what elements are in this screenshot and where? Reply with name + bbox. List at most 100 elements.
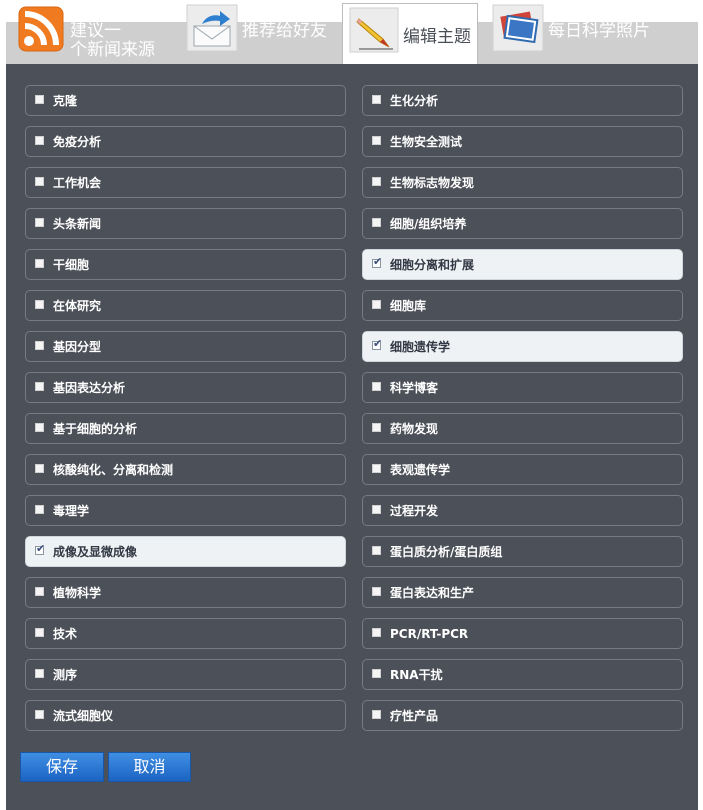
topic-item[interactable]: 蛋白质分析/蛋白质组 [362, 536, 683, 567]
checkmark-icon: ✔ [36, 542, 46, 555]
tab-suggest-source[interactable]: 建议一 个新闻来源 [18, 4, 178, 64]
topic-checkbox[interactable] [372, 628, 381, 637]
topic-label: 成像及显微成像 [53, 545, 138, 559]
topic-item[interactable]: 细胞/组织培养 [362, 208, 683, 239]
topic-label: 基因表达分析 [53, 381, 126, 395]
topic-item[interactable]: 科学博客 [362, 372, 683, 403]
topic-label: 工作机会 [53, 176, 102, 190]
topic-label: 细胞分离和扩展 [390, 258, 475, 272]
topic-checkbox[interactable] [35, 382, 44, 391]
topic-checkbox[interactable] [35, 587, 44, 596]
topic-item[interactable]: 免疫分析 [25, 126, 346, 157]
topic-item[interactable]: ✔ 成像及显微成像 [25, 536, 346, 567]
topic-checkbox[interactable] [35, 218, 44, 227]
topic-item[interactable]: 基因表达分析 [25, 372, 346, 403]
topic-checkbox[interactable] [372, 300, 381, 309]
save-button[interactable]: 保存 [20, 752, 104, 782]
topic-label: 药物发现 [390, 422, 439, 436]
topic-checkbox[interactable] [372, 218, 381, 227]
topic-checkbox[interactable] [35, 300, 44, 309]
topic-item[interactable]: 基于细胞的分析 [25, 413, 346, 444]
topic-checkbox[interactable] [372, 669, 381, 678]
tab-daily-photo[interactable]: 每日科学照片 [492, 4, 672, 64]
topic-label: 表观遗传学 [390, 463, 451, 477]
topic-item[interactable]: 技术 [25, 618, 346, 649]
topic-item[interactable]: 克隆 [25, 85, 346, 116]
topic-checkbox[interactable] [35, 710, 44, 719]
topic-label: 蛋白表达和生产 [390, 586, 475, 600]
topic-label: 流式细胞仪 [53, 709, 114, 723]
topic-checkbox[interactable] [35, 669, 44, 678]
topic-item[interactable]: 核酸纯化、分离和检测 [25, 454, 346, 485]
topic-label: 生物安全测试 [390, 135, 463, 149]
topic-checkbox[interactable] [35, 177, 44, 186]
topic-checkbox[interactable] [372, 423, 381, 432]
tab-daily-photo-label: 每日科学照片 [548, 21, 650, 41]
topic-item[interactable]: 生物标志物发现 [362, 167, 683, 198]
topic-checkbox[interactable] [372, 136, 381, 145]
topic-label: 测序 [53, 668, 78, 682]
rss-icon [18, 6, 64, 52]
topic-item[interactable]: 测序 [25, 659, 346, 690]
topic-label: 毒理学 [53, 504, 90, 518]
topic-label: 生物标志物发现 [390, 176, 475, 190]
topic-item[interactable]: 毒理学 [25, 495, 346, 526]
tab-recommend-label: 推荐给好友 [242, 21, 327, 41]
topic-label: 细胞遗传学 [390, 340, 451, 354]
topic-checkbox[interactable] [35, 341, 44, 350]
topic-item[interactable]: 头条新闻 [25, 208, 346, 239]
topic-item[interactable]: ✔ 细胞分离和扩展 [362, 249, 683, 280]
topic-checkbox[interactable] [35, 423, 44, 432]
tab-suggest-label: 建议一 个新闻来源 [70, 21, 155, 60]
topic-item[interactable]: 流式细胞仪 [25, 700, 346, 731]
topic-item[interactable]: ✔ 细胞遗传学 [362, 331, 683, 362]
topic-checkbox[interactable] [372, 382, 381, 391]
topic-item[interactable]: 药物发现 [362, 413, 683, 444]
topic-item[interactable]: 细胞库 [362, 290, 683, 321]
topic-label: 生化分析 [390, 94, 439, 108]
topic-item[interactable]: 疗性产品 [362, 700, 683, 731]
topic-checkbox[interactable] [35, 464, 44, 473]
topic-label: 细胞/组织培养 [390, 217, 467, 231]
tab-recommend-friend[interactable]: 推荐给好友 [186, 4, 336, 64]
topic-item[interactable]: 生化分析 [362, 85, 683, 116]
topic-item[interactable]: PCR/RT-PCR [362, 618, 683, 649]
photo-icon [492, 4, 544, 52]
topic-checkbox[interactable] [372, 710, 381, 719]
topic-item[interactable]: 表观遗传学 [362, 454, 683, 485]
topic-label: 核酸纯化、分离和检测 [53, 463, 174, 477]
checkmark-icon: ✔ [373, 255, 383, 268]
topic-checkbox[interactable] [372, 505, 381, 514]
topic-item[interactable]: RNA干扰 [362, 659, 683, 690]
topic-label: RNA干扰 [390, 668, 443, 682]
topic-item[interactable]: 在体研究 [25, 290, 346, 321]
topic-label: 干细胞 [53, 258, 90, 272]
topic-checkbox[interactable] [35, 259, 44, 268]
email-forward-icon [186, 4, 238, 52]
topic-label: 过程开发 [390, 504, 439, 518]
topic-item[interactable]: 生物安全测试 [362, 126, 683, 157]
topic-checkbox[interactable] [372, 95, 381, 104]
topic-checkbox[interactable] [35, 505, 44, 514]
topic-checkbox[interactable] [35, 95, 44, 104]
cancel-button[interactable]: 取消 [108, 752, 191, 782]
topic-item[interactable]: 工作机会 [25, 167, 346, 198]
topic-checkbox[interactable] [372, 177, 381, 186]
checkmark-icon: ✔ [373, 337, 383, 350]
topic-label: 植物科学 [53, 586, 102, 600]
topic-checkbox[interactable]: ✔ [372, 337, 383, 350]
topic-item[interactable]: 过程开发 [362, 495, 683, 526]
topic-item[interactable]: 干细胞 [25, 249, 346, 280]
topic-checkbox[interactable] [372, 546, 381, 555]
topic-item[interactable]: 植物科学 [25, 577, 346, 608]
topic-checkbox[interactable]: ✔ [35, 542, 46, 555]
pencil-icon [349, 7, 399, 53]
topic-checkbox[interactable] [372, 587, 381, 596]
topic-checkbox[interactable]: ✔ [372, 255, 383, 268]
topic-checkbox[interactable] [35, 628, 44, 637]
topic-item[interactable]: 蛋白表达和生产 [362, 577, 683, 608]
topic-checkbox[interactable] [372, 464, 381, 473]
topic-item[interactable]: 基因分型 [25, 331, 346, 362]
tab-edit-topics[interactable]: 编辑主题 [342, 3, 478, 66]
topic-checkbox[interactable] [35, 136, 44, 145]
